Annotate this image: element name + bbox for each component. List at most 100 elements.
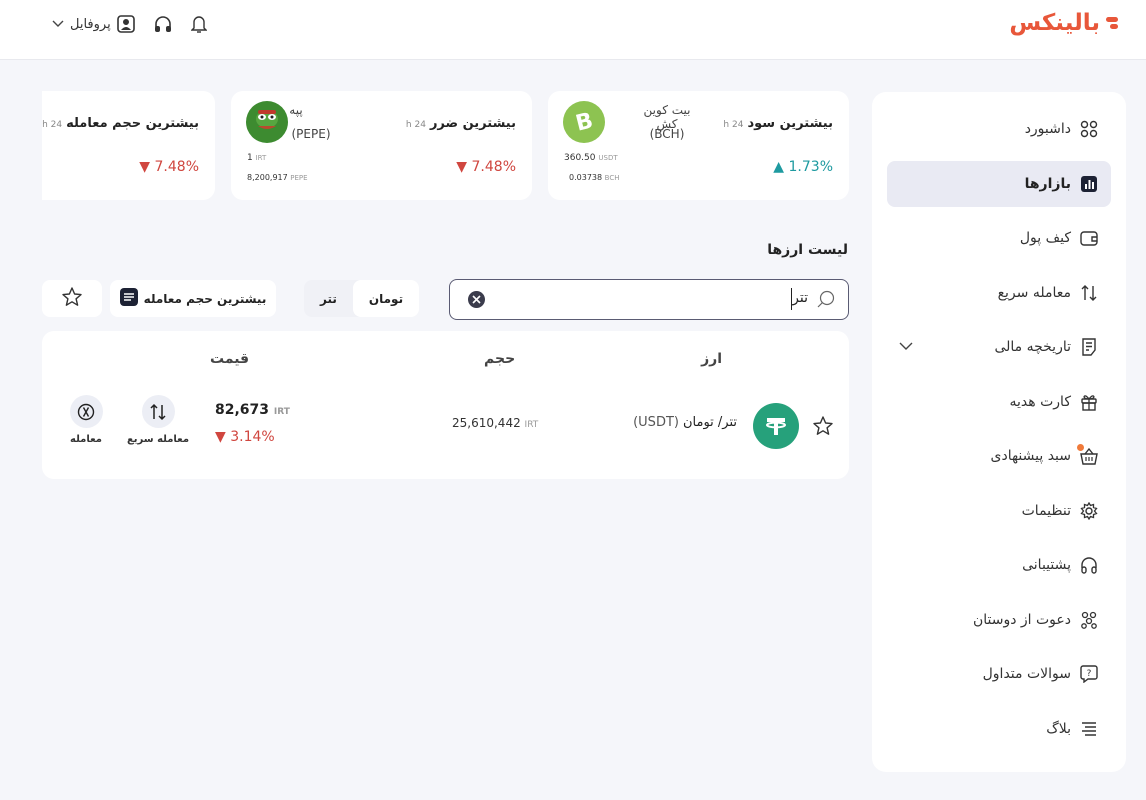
menu-lines-icon xyxy=(1079,719,1099,739)
coin-name: پپه xyxy=(289,103,303,117)
sidebar-item-dashboard[interactable]: داشبورد xyxy=(887,106,1111,152)
swap-arrows-icon xyxy=(1079,283,1099,303)
top-bar: بالینکس پروفایل xyxy=(0,0,1146,60)
chart-icon xyxy=(1079,174,1099,194)
sidebar-item-label: کیف پول xyxy=(1019,230,1071,246)
gear-icon xyxy=(1079,501,1099,521)
column-header-asset: ارز xyxy=(701,351,722,367)
favorites-filter-button[interactable] xyxy=(42,280,102,317)
favorite-star-icon[interactable] xyxy=(812,415,834,441)
sidebar-item-gift-card[interactable]: کارت هدیه xyxy=(887,379,1111,425)
notification-dot xyxy=(1077,444,1084,451)
sidebar-item-settings[interactable]: تنظیمات xyxy=(887,488,1111,534)
top-actions: پروفایل xyxy=(52,14,207,34)
logo-text: بالینکس xyxy=(1009,10,1101,36)
top-gainer-card[interactable]: بیشترین سود24 h ▲ 1.73% B بیت کوین کش (B… xyxy=(548,91,849,200)
tab-tether[interactable]: تتر xyxy=(304,280,353,317)
search-icon xyxy=(816,290,836,314)
column-header-price: قیمت xyxy=(210,351,250,367)
profile-menu[interactable]: پروفایل xyxy=(52,15,135,33)
volume-value: 25,610,442 IRT xyxy=(452,416,539,430)
profile-icon xyxy=(116,15,135,33)
price-change: ▼ 3.14% xyxy=(215,429,275,445)
caret-down-icon: ▼ xyxy=(215,429,226,445)
search-input[interactable]: تتر xyxy=(449,279,849,320)
sidebar-item-support[interactable]: پشتیبانی xyxy=(887,542,1111,588)
card-title: بیشترین سود24 h xyxy=(723,116,833,131)
text-cursor xyxy=(790,288,792,310)
sort-icon xyxy=(119,288,138,309)
pair-name: تتر/ تومان(USDT) xyxy=(633,415,737,430)
currency-table: ارز حجم قیمت تتر/ تومان(USDT) 25,610,442… xyxy=(42,331,849,479)
price-value: 82,673 IRT xyxy=(215,402,290,418)
card-change: ▼ 7.48% xyxy=(139,159,199,175)
coin-amount: 0.03738 BCH xyxy=(569,173,620,182)
quote-currency-tabs: تتر تومان xyxy=(304,280,420,317)
top-volume-card[interactable]: بیشترین حجم معامله24 h ▼ 7.48% xyxy=(42,91,215,200)
search-value: تتر xyxy=(792,290,808,306)
sidebar-item-label: معامله سریع xyxy=(997,284,1071,301)
caret-up-icon: ▲ xyxy=(773,159,785,175)
trade-coin-icon xyxy=(69,395,103,428)
sort-volume-button[interactable]: بیشترین حجم معامله xyxy=(110,280,276,317)
sidebar-item-faq[interactable]: ? سوالات متداول xyxy=(887,651,1111,697)
sidebar-item-markets[interactable]: بازارها xyxy=(887,160,1111,207)
wallet-icon xyxy=(1079,228,1099,248)
chevron-down-icon[interactable] xyxy=(899,339,913,355)
card-title: بیشترین حجم معامله24 h xyxy=(42,116,199,131)
card-change: ▲ 1.73% xyxy=(773,159,833,175)
sidebar: داشبورد بازارها کیف پول معامله سریع تاری… xyxy=(872,92,1126,772)
coin-amount: 8,200,917 PEPE xyxy=(247,173,308,182)
caret-down-icon: ▼ xyxy=(139,159,151,175)
sidebar-item-label: داشبورد xyxy=(1024,121,1071,137)
sidebar-item-label: بازارها xyxy=(1024,175,1071,192)
sidebar-item-label: تاریخچه مالی xyxy=(994,339,1071,355)
dashboard-grid-icon xyxy=(1079,119,1099,139)
tether-logo xyxy=(753,403,799,449)
caret-down-icon: ▼ xyxy=(456,159,468,175)
sidebar-item-quick-trade[interactable]: معامله سریع xyxy=(887,270,1111,316)
sidebar-item-label: سبد پیشنهادی xyxy=(990,448,1072,464)
summary-cards: بیشترین سود24 h ▲ 1.73% B بیت کوین کش (B… xyxy=(42,91,849,200)
filters-bar: بیشترین حجم معامله تتر تومان xyxy=(42,280,420,317)
bell-icon[interactable] xyxy=(190,14,207,34)
card-title: بیشترین ضرر24 h xyxy=(405,116,516,131)
star-icon xyxy=(61,286,83,311)
card-change: ▼ 7.48% xyxy=(456,159,516,175)
tab-toman[interactable]: تومان xyxy=(352,280,420,317)
bitcoin-cash-logo: B xyxy=(563,101,605,143)
users-icon xyxy=(1079,610,1099,630)
sidebar-item-invite-friends[interactable]: دعوت از دوستان xyxy=(887,597,1111,643)
top-loser-card[interactable]: بیشترین ضرر24 h ▼ 7.48% پپه (PEPE) 1 IRT… xyxy=(231,91,532,200)
sidebar-item-label: تنظیمات xyxy=(1021,502,1071,519)
currency-list-title: لیست ارزها xyxy=(767,242,848,258)
sidebar-item-suggested-basket[interactable]: سبد پیشنهادی xyxy=(887,433,1111,479)
sort-label: بیشترین حجم معامله xyxy=(143,291,267,306)
sidebar-item-label: بلاگ xyxy=(1046,720,1071,737)
sidebar-item-label: دعوت از دوستان xyxy=(972,611,1071,628)
coin-symbol: (PEPE) xyxy=(291,127,331,141)
sidebar-item-financial-history[interactable]: تاریخچه مالی xyxy=(887,324,1111,370)
logo-mark-icon xyxy=(1104,15,1118,31)
basket-icon xyxy=(1077,444,1099,466)
sidebar-item-label: سوالات متداول xyxy=(982,666,1071,682)
chevron-down-icon xyxy=(52,20,64,28)
coin-price-usdt: 360.50 USDT xyxy=(564,153,618,163)
coin-symbol: (BCH) xyxy=(649,127,685,141)
headset-icon xyxy=(1079,555,1099,575)
sidebar-item-blog[interactable]: بلاگ xyxy=(887,706,1111,752)
trade-label: معامله xyxy=(70,434,102,445)
sidebar-item-wallet[interactable]: کیف پول xyxy=(887,215,1111,261)
quick-trade-button[interactable]: معامله سریع xyxy=(126,395,190,445)
svg-text:?: ? xyxy=(1087,669,1092,679)
gift-icon xyxy=(1079,392,1099,412)
profile-label: پروفایل xyxy=(70,16,111,32)
receipt-icon xyxy=(1079,337,1099,357)
clear-search-icon[interactable] xyxy=(468,291,485,308)
trade-button[interactable]: معامله xyxy=(54,395,118,445)
brand-logo[interactable]: بالینکس xyxy=(1009,10,1118,36)
sidebar-item-label: کارت هدیه xyxy=(1009,393,1071,410)
coin-price-irt: 1 IRT xyxy=(247,153,267,163)
quick-trade-label: معامله سریع xyxy=(126,434,190,445)
headset-icon[interactable] xyxy=(153,15,173,33)
